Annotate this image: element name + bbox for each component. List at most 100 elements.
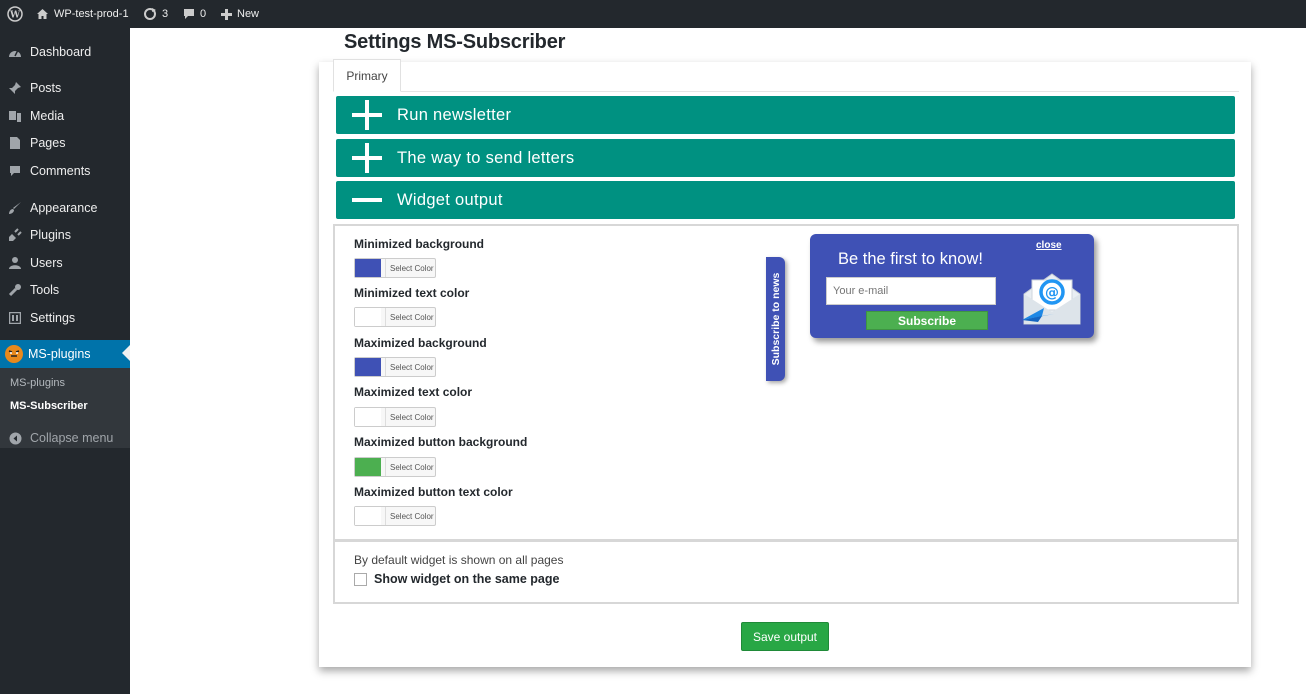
tab-divider [333, 91, 1239, 92]
dashboard-icon [8, 45, 22, 59]
wrench-icon [8, 283, 22, 297]
collapse-menu-label: Collapse menu [30, 431, 114, 445]
same-page-label[interactable]: Show widget on the same page [374, 572, 559, 586]
svg-text:W: W [9, 11, 21, 21]
color-swatch [355, 259, 381, 277]
minimized-widget-tab[interactable]: Subscribe to news [766, 257, 785, 381]
sidebar-item-ms-plugins[interactable]: MS-plugins [0, 340, 130, 368]
updates-count: 3 [162, 8, 169, 20]
collapse-menu-button[interactable]: Collapse menu [0, 425, 130, 451]
admin-sidebar: Dashboard Posts Media Pages Comments App… [0, 28, 130, 694]
option-label-maximized-text-color: Maximized text color [354, 385, 473, 399]
user-icon [8, 256, 22, 270]
tiger-icon [4, 344, 24, 364]
option-label-maximized-button-background: Maximized button background [354, 435, 528, 449]
sidebar-item-users[interactable]: Users [0, 250, 130, 276]
color-swatch [355, 408, 381, 426]
sidebar-item-plugins[interactable]: Plugins [0, 222, 130, 248]
sidebar-item-media[interactable]: Media [0, 103, 130, 129]
accordion-label: The way to send letters [397, 148, 575, 167]
color-picker-minimized-background[interactable]: Select Color [354, 258, 436, 278]
accordion-label: Widget output [397, 190, 503, 209]
sidebar-item-dashboard[interactable]: Dashboard [0, 39, 130, 65]
sidebar-item-comments[interactable]: Comments [0, 158, 130, 184]
new-label: New [237, 8, 260, 20]
admin-bar: W WP-test-prod-1 3 0 New [0, 0, 1306, 28]
preview-subscribe-button[interactable]: Subscribe [866, 311, 988, 330]
sidebar-item-label: Appearance [30, 201, 98, 215]
comment-icon [8, 164, 22, 178]
option-label-minimized-background: Minimized background [354, 237, 485, 251]
svg-text:@: @ [1045, 285, 1059, 301]
sidebar-item-label: Plugins [30, 228, 71, 242]
color-picker-maximized-background[interactable]: Select Color [354, 357, 436, 377]
sidebar-item-label: Media [30, 109, 65, 123]
comment-bubble-icon [184, 9, 194, 19]
sidebar-item-label: MS-plugins [28, 347, 91, 361]
page-title: Settings MS-Subscriber [344, 31, 566, 53]
select-color-label: Select Color [385, 259, 434, 277]
sidebar-item-label: Users [30, 256, 63, 270]
color-picker-minimized-text-color[interactable]: Select Color [354, 307, 436, 327]
plus-icon [221, 8, 232, 20]
preview-close-link[interactable]: close [1036, 240, 1062, 251]
preview-title: Be the first to know! [838, 250, 983, 268]
tab-primary[interactable]: Primary [333, 59, 401, 92]
same-page-checkbox[interactable] [354, 573, 367, 586]
option-label-minimized-text-color: Minimized text color [354, 286, 470, 300]
sidebar-item-tools[interactable]: Tools [0, 277, 130, 303]
color-picker-maximized-button-background[interactable]: Select Color [354, 457, 436, 477]
comments-count: 0 [200, 8, 207, 20]
sidebar-item-settings[interactable]: Settings [0, 305, 130, 331]
sidebar-item-label: Posts [30, 81, 62, 95]
sidebar-item-pages[interactable]: Pages [0, 130, 130, 156]
plug-icon [8, 228, 22, 242]
submenu-item-ms-plugins[interactable]: MS-plugins [10, 377, 65, 389]
display-note: By default widget is shown on all pages [354, 553, 564, 567]
submenu-item-ms-subscriber[interactable]: MS-Subscriber [10, 400, 88, 412]
brush-icon [8, 201, 22, 215]
select-color-label: Select Color [385, 358, 434, 376]
accordion-send-letters[interactable]: The way to send letters [336, 139, 1235, 177]
color-picker-maximized-text-color[interactable]: Select Color [354, 407, 436, 427]
comments-link[interactable]: 0 [183, 0, 206, 28]
home-icon [37, 9, 48, 19]
color-picker-maximized-button-text-color[interactable]: Select Color [354, 506, 436, 526]
preview-email-input[interactable] [826, 277, 996, 305]
site-name-link[interactable]: WP-test-prod-1 [36, 0, 129, 28]
accordion-run-newsletter[interactable]: Run newsletter [336, 96, 1235, 134]
site-name: WP-test-prod-1 [54, 8, 129, 20]
minus-icon [352, 185, 382, 215]
wordpress-logo-icon[interactable]: W [7, 0, 23, 28]
plus-icon [352, 143, 382, 173]
pin-icon [8, 81, 22, 95]
sidebar-item-label: Dashboard [30, 45, 92, 59]
sidebar-item-label: Settings [30, 311, 76, 325]
vertical-tab-label: Subscribe to news [769, 272, 782, 366]
select-color-label: Select Color [385, 408, 434, 426]
option-label-maximized-button-text-color: Maximized button text color [354, 485, 513, 499]
select-color-label: Select Color [385, 507, 434, 525]
sidebar-item-posts[interactable]: Posts [0, 75, 130, 101]
media-icon [8, 109, 22, 123]
plus-icon [352, 100, 382, 130]
sidebar-item-label: Pages [30, 136, 66, 150]
collapse-icon [8, 431, 22, 445]
color-swatch [355, 458, 381, 476]
color-swatch [355, 358, 381, 376]
email-envelope-icon: @ [1018, 264, 1086, 337]
accordion-label: Run newsletter [397, 105, 512, 124]
accordion-widget-output[interactable]: Widget output [336, 181, 1235, 219]
settings-icon [8, 311, 22, 325]
select-color-label: Select Color [385, 308, 434, 326]
select-color-label: Select Color [385, 458, 434, 476]
save-output-button[interactable]: Save output [741, 622, 829, 651]
new-content-link[interactable]: New [221, 0, 259, 28]
sidebar-item-appearance[interactable]: Appearance [0, 195, 130, 221]
sidebar-item-label: Tools [30, 283, 60, 297]
updates-link[interactable]: 3 [143, 0, 168, 28]
option-label-maximized-background: Maximized background [354, 336, 487, 350]
color-swatch [355, 507, 381, 525]
sidebar-item-label: Comments [30, 164, 91, 178]
page-icon [8, 136, 22, 150]
